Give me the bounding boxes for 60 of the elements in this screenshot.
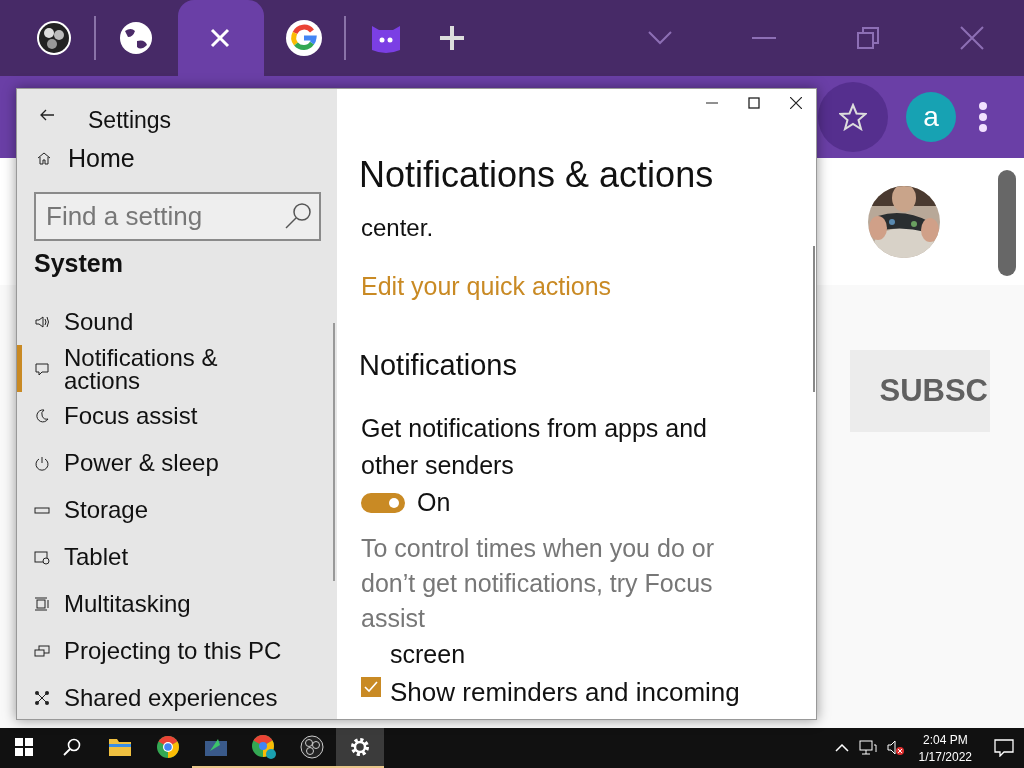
page-heading: Notifications & actions xyxy=(359,154,715,196)
globe-icon[interactable] xyxy=(119,21,153,55)
checkbox[interactable] xyxy=(361,676,381,697)
folder-icon[interactable] xyxy=(108,737,132,757)
description-text: center. xyxy=(361,214,435,242)
option-text: screen xyxy=(390,640,467,669)
clock-time[interactable]: 2:04 PM xyxy=(922,732,968,747)
nav-item[interactable]: Shared experiences xyxy=(17,674,335,719)
search-field[interactable]: Find a setting xyxy=(34,192,321,241)
notification-center-icon[interactable] xyxy=(994,739,1014,757)
star-icon xyxy=(839,103,867,131)
browser-profile-icon[interactable] xyxy=(251,734,277,760)
moon-icon xyxy=(34,407,50,424)
minimize-icon[interactable] xyxy=(752,36,776,40)
nav-item[interactable]: Power & sleep xyxy=(17,439,335,486)
close-icon[interactable] xyxy=(790,97,802,109)
section-heading: Notifications xyxy=(359,349,518,382)
nav-item[interactable]: Projecting to this PC xyxy=(17,627,335,674)
speaker-icon xyxy=(34,313,50,330)
home-icon[interactable] xyxy=(36,150,52,166)
message-icon xyxy=(34,360,50,377)
maximize-icon[interactable] xyxy=(748,97,760,109)
screens-icon xyxy=(34,642,50,659)
aperture-icon[interactable] xyxy=(36,20,72,56)
restore-icon[interactable] xyxy=(857,27,879,49)
back-arrow-icon[interactable] xyxy=(40,109,54,121)
toggle-state: On xyxy=(417,488,451,517)
chevron-up-icon[interactable] xyxy=(834,744,849,752)
photo-app-icon[interactable] xyxy=(204,737,228,757)
windows-icon[interactable] xyxy=(15,738,33,756)
nav-item[interactable]: Sound xyxy=(17,298,335,345)
browser-icon[interactable] xyxy=(156,735,180,759)
nav-item[interactable]: Focus assist xyxy=(17,392,335,439)
nav-item[interactable]: Multitasking xyxy=(17,580,335,627)
section-heading: System xyxy=(34,249,124,278)
aperture-icon[interactable] xyxy=(300,735,324,759)
muted-speaker-icon[interactable] xyxy=(886,740,905,756)
subscribe-button[interactable]: SUBSC xyxy=(850,350,990,432)
home-link[interactable]: Home xyxy=(68,143,135,173)
windows-stack-icon xyxy=(34,595,50,612)
multicolor-ring-icon[interactable] xyxy=(285,19,323,57)
checkbox-label: Show reminders and incoming xyxy=(390,677,740,708)
scrollbar[interactable] xyxy=(998,170,1016,276)
toggle-switch[interactable] xyxy=(361,492,405,513)
hint-text: To control times when you do or don’t get notifications, try Focus assist xyxy=(361,533,715,634)
share-nodes-icon xyxy=(34,689,50,706)
chevron-down-icon[interactable] xyxy=(648,31,672,45)
toggle-label: Get notifications from apps and other senders xyxy=(361,413,709,481)
power-icon xyxy=(34,454,50,471)
menu-icon[interactable] xyxy=(978,101,988,133)
clock-date[interactable]: 1/17/2022 xyxy=(918,749,972,764)
search-icon[interactable] xyxy=(63,738,81,756)
search-icon[interactable] xyxy=(284,202,312,230)
tablet-icon xyxy=(34,548,50,565)
network-icon[interactable] xyxy=(858,740,877,756)
nav-item[interactable]: Tablet xyxy=(17,533,335,580)
nav-item[interactable]: Storage xyxy=(17,486,335,533)
new-tab-icon[interactable] xyxy=(438,24,466,52)
settings-icon[interactable] xyxy=(349,736,371,758)
window-title: Settings xyxy=(88,106,172,134)
